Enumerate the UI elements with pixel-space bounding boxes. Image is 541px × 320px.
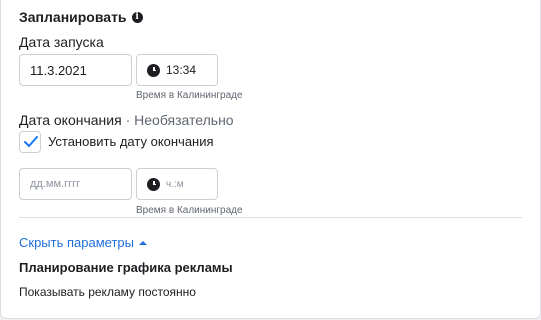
divider <box>19 217 522 218</box>
start-date-value: 11.3.2021 <box>30 62 87 78</box>
end-date-label: Дата окончания <box>19 112 122 128</box>
start-date-label: Дата запуска <box>19 34 104 50</box>
schedule-header: Запланировать i <box>19 9 143 25</box>
end-timezone-hint: Время в Калининграде <box>136 205 243 216</box>
end-time-input[interactable]: ч.:м <box>136 168 218 200</box>
set-end-date-label[interactable]: Установить дату окончания <box>48 134 214 149</box>
start-date-input[interactable]: 11.3.2021 <box>19 54 132 86</box>
end-date-label-row: Дата окончания · Необязательно <box>19 112 234 128</box>
end-date-optional: Необязательно <box>134 112 234 128</box>
checkmark-icon <box>24 136 38 147</box>
ad-schedule-value: Показывать рекламу постоянно <box>19 285 196 299</box>
hide-params-label: Скрыть параметры <box>19 235 134 250</box>
end-date-separator: · <box>121 112 135 128</box>
schedule-card: Запланировать i Дата запуска 11.3.2021 1… <box>0 0 541 319</box>
clock-icon <box>147 63 160 77</box>
start-timezone-hint: Время в Калининграде <box>136 90 243 101</box>
caret-up-icon <box>138 240 147 245</box>
info-icon[interactable]: i <box>131 11 143 23</box>
schedule-title: Запланировать <box>19 9 127 25</box>
start-time-input[interactable]: 13:34 <box>136 54 218 86</box>
ad-schedule-title: Планирование графика рекламы <box>19 260 233 275</box>
end-date-input[interactable]: дд.мм.гггг <box>19 168 132 200</box>
set-end-date-checkbox[interactable] <box>19 131 41 153</box>
start-time-value: 13:34 <box>166 63 197 77</box>
hide-params-link[interactable]: Скрыть параметры <box>19 235 147 250</box>
end-time-placeholder: ч.:м <box>166 178 184 190</box>
end-date-placeholder: дд.мм.гггг <box>30 178 81 190</box>
clock-icon <box>147 177 160 191</box>
